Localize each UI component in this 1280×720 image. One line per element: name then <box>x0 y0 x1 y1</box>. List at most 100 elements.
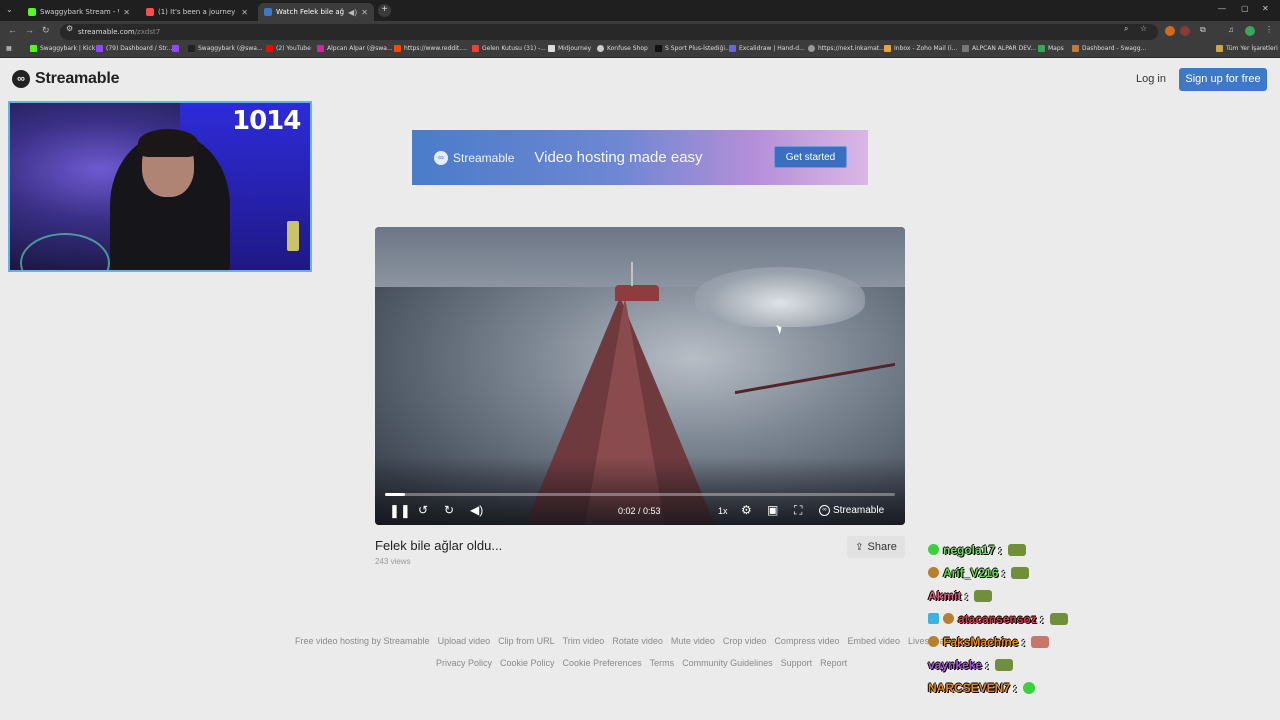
footer-link[interactable]: Clip from URL <box>498 636 555 646</box>
bookmark-item[interactable]: Midjourney <box>548 45 591 52</box>
fullscreen-icon[interactable]: ⛶ <box>794 503 802 518</box>
browser-toolbar: ← → ↻ streamable.com/zxdst7 ⚙ ⌕ ☆ ⧉ ♫ ⋮ <box>0 21 1280 42</box>
minimize-icon[interactable]: — <box>1218 4 1226 13</box>
chat-message: NARCSEVEN7: <box>928 676 1128 699</box>
settings-gear-icon[interactable]: ⚙ <box>741 503 752 517</box>
streamable-logo[interactable]: ∞ Streamable <box>12 70 119 88</box>
footer-link[interactable]: Community Guidelines <box>682 658 773 668</box>
player-brand-link[interactable]: ∞ Streamable <box>819 505 884 516</box>
close-tab-icon[interactable]: ✕ <box>123 8 130 17</box>
footer-link[interactable]: Report <box>820 658 847 668</box>
bookmark-item[interactable]: Alpcan Alpar (@swa... <box>317 45 393 52</box>
video-player[interactable]: ❚❚ ↺ ↻ ◀) 0:02 / 0:53 1x ⚙ ▣ ⛶ ∞ Streama… <box>375 227 905 525</box>
footer-link[interactable]: Compress video <box>774 636 839 646</box>
extensions-puzzle-icon[interactable]: ⧉ <box>1200 25 1206 35</box>
x-icon <box>188 45 195 52</box>
midjourney-icon <box>548 45 555 52</box>
bookmark-item[interactable]: Excalidraw | Hand-d... <box>729 45 805 52</box>
webcam-drink-can <box>287 221 299 251</box>
youtube-favicon-icon <box>146 8 154 16</box>
seek-bar-played <box>385 493 406 496</box>
close-tab-icon[interactable]: ✕ <box>241 8 248 17</box>
picture-in-picture-icon[interactable]: ▣ <box>767 503 778 517</box>
footer-link[interactable]: Crop video <box>723 636 767 646</box>
chat-message: atacansensoz: <box>928 607 1128 630</box>
restore-icon[interactable]: ▢ <box>1241 4 1249 13</box>
profile-avatar[interactable] <box>1245 26 1255 36</box>
chat-message: Arif_V216: <box>928 561 1128 584</box>
video-frame-bow <box>615 285 659 301</box>
footer-link[interactable]: Terms <box>650 658 675 668</box>
bookmark-item[interactable]: Maps <box>1038 45 1064 52</box>
maps-icon <box>1038 45 1045 52</box>
footer-link[interactable]: Rotate video <box>612 636 663 646</box>
bookmark-star-icon[interactable]: ☆ <box>1140 24 1147 33</box>
chat-username: FaksMachine <box>943 634 1019 649</box>
seek-bar[interactable] <box>385 493 895 496</box>
kick-favicon-icon <box>28 8 36 16</box>
bookmark-item[interactable]: Konfuse Shop <box>597 45 648 52</box>
footer-link[interactable]: Cookie Preferences <box>563 658 642 668</box>
pause-icon[interactable]: ❚❚ <box>389 503 411 519</box>
forward-icon[interactable]: → <box>25 25 34 35</box>
youtube-icon <box>266 45 273 52</box>
extension-icon[interactable] <box>1165 26 1175 36</box>
signup-button[interactable]: Sign up for free <box>1179 68 1267 91</box>
tab-streamable[interactable]: Watch Felek bile ağlar oldu... ◀) ✕ <box>258 3 374 21</box>
tab-kick-stream[interactable]: Swaggybark Stream - Watch Liv ✕ <box>22 3 136 21</box>
close-tab-icon[interactable]: ✕ <box>361 8 368 17</box>
zoom-icon[interactable]: ⌕ <box>1124 24 1128 34</box>
chat-username: negola17 <box>943 542 996 557</box>
fast-forward-icon[interactable]: ↻ <box>444 503 454 517</box>
share-button[interactable]: ⇪ Share <box>847 536 905 558</box>
playback-speed[interactable]: 1x <box>718 506 728 516</box>
chat-overlay: negola17: Arif_V216: Akmit: atacansensoz… <box>928 538 1128 699</box>
tab-youtube[interactable]: (1) It's been a journey - ✕ <box>140 3 254 21</box>
close-window-icon[interactable]: ✕ <box>1262 4 1269 13</box>
bookmark-item[interactable]: https://next.inkamat... <box>808 45 885 52</box>
back-icon[interactable]: ← <box>8 25 17 35</box>
bookmark-item[interactable]: https://www.reddit.... <box>394 45 467 52</box>
footer-link[interactable]: Cookie Policy <box>500 658 555 668</box>
get-started-button[interactable]: Get started <box>774 146 847 168</box>
bookmark-item[interactable]: Swaggybark (@swa... <box>188 45 263 52</box>
footer-link[interactable]: Privacy Policy <box>436 658 492 668</box>
address-bar[interactable]: streamable.com/zxdst7 <box>60 24 1158 40</box>
excalidraw-icon <box>729 45 736 52</box>
gift-badge-icon <box>928 613 939 624</box>
url-host: streamable.com <box>78 28 135 36</box>
footer-link[interactable]: Free video hosting by Streamable <box>295 636 430 646</box>
site-info-icon[interactable]: ⚙ <box>66 24 73 33</box>
rewind-icon[interactable]: ↺ <box>418 503 428 517</box>
volume-icon[interactable]: ◀) <box>470 503 483 517</box>
bookmark-item[interactable]: ALPCAN ALPAR DEV... <box>962 45 1036 52</box>
footer-link[interactable]: Mute video <box>671 636 715 646</box>
bookmark-item[interactable]: Dashboard - Swagg... <box>1072 45 1146 52</box>
footer-link[interactable]: Support <box>781 658 813 668</box>
bookmark-item[interactable]: (79) Dashboard / Str... <box>96 45 172 52</box>
bookmark-item[interactable]: S Sport Plus-İstediği... <box>655 45 731 52</box>
reload-icon[interactable]: ↻ <box>42 25 50 36</box>
extension-icon[interactable] <box>1180 26 1190 36</box>
tab-search-icon[interactable]: ⌄ <box>6 5 13 14</box>
instagram-icon <box>317 45 324 52</box>
subscriber-badge-icon <box>943 613 954 624</box>
bookmark-item[interactable]: Gelen Kutusu (31) -... <box>472 45 546 52</box>
new-tab-button[interactable]: + <box>378 4 391 17</box>
speaker-icon[interactable]: ◀) <box>348 8 357 17</box>
footer-link[interactable]: Embed video <box>847 636 900 646</box>
chat-message: Akmit: <box>928 584 1128 607</box>
bookmark-item[interactable]: (2) YouTube <box>266 45 311 52</box>
footer-link[interactable]: Upload video <box>438 636 491 646</box>
menu-kebab-icon[interactable]: ⋮ <box>1265 25 1273 34</box>
all-bookmarks[interactable]: Tüm Yer İşaretleri <box>1216 45 1278 52</box>
ad-banner[interactable]: ∞ Streamable Video hosting made easy Get… <box>412 130 868 185</box>
login-link[interactable]: Log in <box>1136 73 1166 85</box>
apps-grid-icon[interactable]: ▦ <box>6 45 12 52</box>
folder-icon <box>1216 45 1223 52</box>
bookmark-item[interactable]: Inbox - Zoho Mail (i... <box>884 45 957 52</box>
footer-link[interactable]: Trim video <box>563 636 605 646</box>
bookmark-item[interactable]: Swaggybark | Kick <box>30 45 95 52</box>
bookmark-item[interactable] <box>172 45 182 52</box>
media-control-icon[interactable]: ♫ <box>1228 25 1234 34</box>
